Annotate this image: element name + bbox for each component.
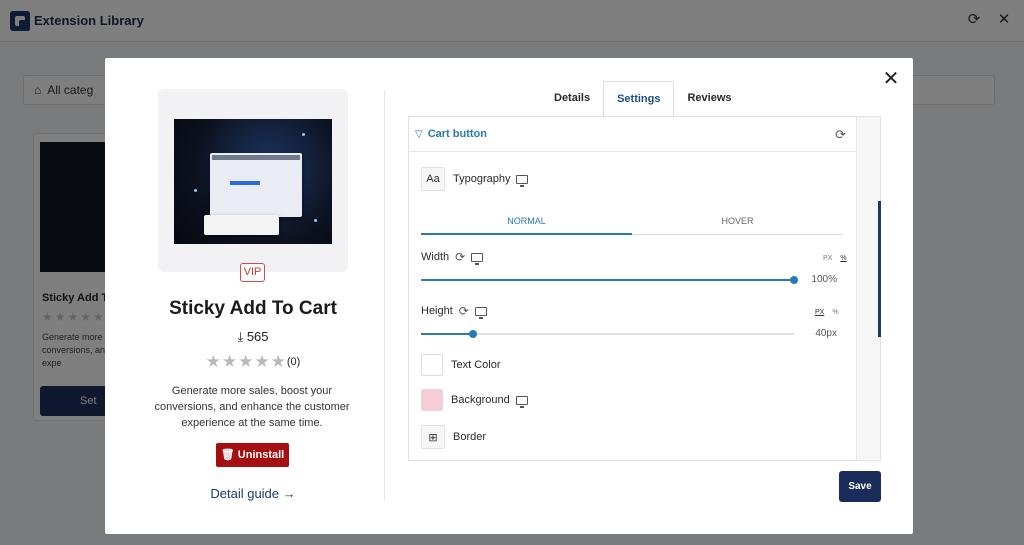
settings-panel: ▽ Cart button ⟳ Aa Typography NORMAL HOV… (408, 116, 881, 461)
download-count: ⤓ 565 (105, 329, 401, 345)
modal-tabs: Details Settings Reviews (541, 81, 745, 116)
height-row: Height ⟳ (421, 304, 487, 319)
typography-row[interactable]: Aa Typography (421, 167, 529, 191)
height-unit-percent[interactable]: % (832, 309, 838, 316)
height-slider-handle[interactable] (469, 330, 478, 338)
height-slider-fill (421, 333, 474, 335)
width-reset-icon[interactable]: ⟳ (455, 250, 465, 264)
width-monitor-icon[interactable] (471, 252, 484, 265)
height-slider[interactable] (421, 330, 794, 338)
extension-modal: ✕ VIP Sticky Add To Cart ⤓ 565 ★★★★★(0) … (105, 58, 913, 534)
modal-divider (384, 90, 385, 500)
extension-description: Generate more sales, boost your conversi… (154, 385, 350, 429)
detail-guide-link[interactable]: Detail guide → (105, 486, 401, 501)
reset-icon[interactable]: ⟳ (835, 127, 846, 143)
height-monitor-icon[interactable] (474, 306, 487, 319)
tab-reviews[interactable]: Reviews (674, 81, 744, 116)
border-row[interactable]: ⊞ Border (421, 425, 486, 449)
chevron-down-icon: ▽ (415, 128, 423, 140)
width-value: 100% (811, 274, 837, 285)
uninstall-button[interactable]: 🗑 Uninstall (216, 443, 289, 467)
text-color-row[interactable]: Text Color (421, 354, 501, 376)
tab-hover[interactable]: HOVER (632, 211, 843, 235)
width-slider[interactable] (421, 276, 798, 284)
panel-scrollbar[interactable] (856, 117, 880, 460)
extension-title: Sticky Add To Cart (169, 298, 337, 319)
width-label: Width (421, 251, 450, 263)
tab-details[interactable]: Details (541, 81, 603, 116)
trash-icon: 🗑 (220, 449, 235, 461)
background-label: Background (451, 394, 510, 406)
height-reset-icon[interactable]: ⟳ (459, 304, 469, 318)
download-icon: ⤓ (237, 329, 244, 344)
text-color-label: Text Color (451, 359, 501, 371)
width-unit-px[interactable]: PX (823, 255, 832, 262)
width-slider-fill (421, 279, 794, 281)
tab-normal[interactable]: NORMAL (421, 211, 632, 235)
typography-icon: Aa (421, 167, 445, 191)
modal-close-icon[interactable]: ✕ (882, 69, 900, 89)
border-label: Border (453, 431, 487, 443)
height-units: PX% (807, 309, 839, 316)
extension-preview-image (174, 119, 332, 244)
height-unit-px[interactable]: PX (815, 309, 824, 316)
text-color-swatch[interactable] (421, 354, 443, 376)
rating-count: (0) (286, 356, 301, 368)
typography-label: Typography (453, 173, 511, 185)
tab-settings[interactable]: Settings (603, 81, 675, 116)
state-tabs: NORMAL HOVER (421, 211, 843, 235)
background-color-swatch[interactable] (421, 389, 443, 411)
height-label: Height (421, 305, 453, 317)
extension-preview (158, 89, 348, 272)
save-button[interactable]: Save (839, 471, 881, 502)
background-monitor-icon[interactable] (515, 395, 528, 408)
rating: ★★★★★(0) (105, 352, 401, 372)
section-cart-button[interactable]: ▽ Cart button ⟳ (409, 117, 858, 152)
uninstall-label: Uninstall (237, 449, 285, 461)
height-value: 40px (815, 328, 837, 339)
width-units: PX% (815, 255, 847, 262)
width-unit-percent[interactable]: % (840, 255, 846, 262)
rating-stars: ★★★★★ (205, 352, 287, 371)
background-row[interactable]: Background (421, 389, 528, 411)
monitor-icon[interactable] (516, 174, 529, 187)
download-count-value: 565 (246, 329, 269, 344)
panel-scrollbar-thumb[interactable] (878, 201, 881, 337)
border-icon: ⊞ (421, 425, 445, 449)
width-row: Width ⟳ (421, 250, 484, 265)
vip-badge: VIP (240, 263, 265, 282)
section-title: Cart button (427, 128, 487, 140)
